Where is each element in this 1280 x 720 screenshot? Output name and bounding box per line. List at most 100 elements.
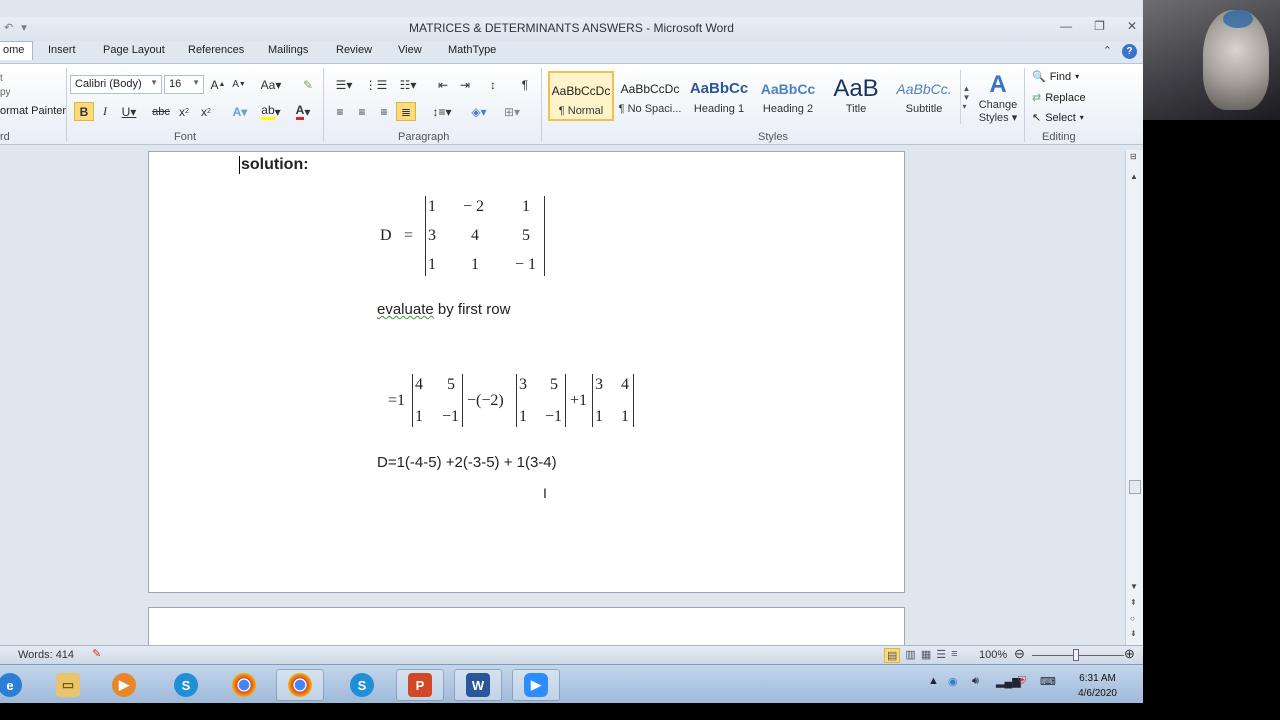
close-icon[interactable]: ✕: [1127, 19, 1137, 33]
zoom-out-icon[interactable]: ⊖: [1014, 646, 1025, 662]
increase-indent-icon[interactable]: ⇥: [456, 75, 474, 94]
style-heading-2[interactable]: AaBbCc Heading 2: [755, 71, 821, 121]
align-left-icon[interactable]: ≡: [330, 102, 350, 121]
change-styles-button[interactable]: A Change Styles ▾: [976, 68, 1020, 126]
style-name: Heading 2: [762, 103, 814, 115]
text-effects-icon[interactable]: A▾: [228, 102, 252, 121]
tab-mathtype[interactable]: MathType: [448, 44, 496, 56]
replace-button[interactable]: ⇄ Replace: [1032, 91, 1086, 105]
scroll-up-icon[interactable]: ▲: [1130, 172, 1138, 181]
ie-icon[interactable]: e: [0, 669, 34, 701]
show-hidden-icons[interactable]: ▲: [928, 675, 939, 687]
next-page[interactable]: [148, 607, 905, 645]
web-layout-icon[interactable]: ▦: [921, 648, 931, 663]
explorer-icon[interactable]: ▭: [44, 669, 92, 701]
clock[interactable]: 6:31 AM 4/6/2020: [1078, 671, 1117, 701]
clear-formatting-icon[interactable]: ✎: [298, 75, 318, 94]
security-icon[interactable]: ⛨: [1018, 675, 1026, 688]
next-page-icon[interactable]: ⇟: [1130, 629, 1137, 638]
document-page[interactable]: solution: D = 1 − 2 1 3 4 5 1 1 − 1 eval…: [148, 151, 905, 593]
shrink-font-icon[interactable]: A ▼: [230, 75, 248, 94]
minimize-ribbon-icon[interactable]: ⌃: [1103, 44, 1112, 59]
find-button[interactable]: 🔍 Find ▾: [1032, 70, 1079, 84]
strikethrough-button[interactable]: abc: [150, 102, 172, 121]
matrix-cell: 3: [428, 227, 436, 244]
style-normal[interactable]: AaBbCcDc ¶ Normal: [548, 71, 614, 121]
skype-icon[interactable]: S: [162, 669, 210, 701]
styles-scroll-icon[interactable]: ▲ ▼ ▾: [960, 70, 972, 124]
expansion-lead: =1: [388, 392, 406, 409]
copy-button[interactable]: py: [0, 86, 66, 100]
change-case-icon[interactable]: Aa▾: [258, 75, 284, 94]
italic-button[interactable]: I: [96, 102, 114, 121]
tab-review[interactable]: Review: [336, 44, 372, 56]
zoom-slider-thumb[interactable]: [1073, 649, 1079, 661]
restore-icon[interactable]: ❐: [1094, 19, 1105, 33]
bold-button[interactable]: B: [74, 102, 94, 121]
align-center-icon[interactable]: ≡: [352, 102, 372, 121]
chrome-icon[interactable]: [220, 669, 268, 701]
show-formatting-icon[interactable]: ¶: [516, 75, 534, 94]
tab-mailings[interactable]: Mailings: [268, 44, 308, 56]
word-icon[interactable]: W: [454, 669, 502, 701]
help-icon[interactable]: ?: [1122, 44, 1137, 59]
subscript-button[interactable]: x2: [175, 102, 193, 121]
tab-home[interactable]: ome: [0, 41, 34, 60]
keyboard-icon[interactable]: ⌨: [1040, 675, 1056, 688]
window-controls: — ❐ ✕: [1060, 19, 1137, 33]
font-size-combo[interactable]: 16 ▼: [164, 75, 204, 94]
line-spacing-icon[interactable]: ↕≡▾: [428, 102, 456, 121]
superscript-button[interactable]: x2: [197, 102, 215, 121]
sort-icon[interactable]: ↕: [484, 75, 502, 94]
proofing-icon[interactable]: ✎: [92, 647, 101, 660]
scroll-down-icon[interactable]: ▼: [1130, 582, 1138, 591]
font-color-icon[interactable]: A ▾: [290, 102, 316, 121]
evaluate-word: evaluate: [377, 301, 434, 318]
signal-icon[interactable]: ▂▄▆: [996, 675, 1021, 688]
outline-icon[interactable]: ☰: [936, 648, 946, 663]
highlight-color-icon[interactable]: ab ▾: [256, 102, 286, 121]
ruler-toggle-icon[interactable]: ⊟: [1130, 152, 1137, 161]
select-button[interactable]: ↖ Select ▾: [1032, 111, 1084, 125]
word-count[interactable]: Words: 414: [18, 649, 74, 661]
style-subtitle[interactable]: AaBbCc. Subtitle: [891, 71, 957, 121]
style-title[interactable]: AaB Title: [823, 71, 889, 121]
print-layout-icon[interactable]: ▤: [884, 648, 901, 663]
minimize-icon[interactable]: —: [1060, 19, 1072, 33]
tab-references[interactable]: References: [188, 44, 244, 56]
justify-icon[interactable]: ≣: [396, 102, 416, 121]
tab-page-layout[interactable]: Page Layout: [103, 44, 165, 56]
decrease-indent-icon[interactable]: ⇤: [434, 75, 452, 94]
draft-icon[interactable]: ≡: [951, 648, 957, 663]
shading-icon[interactable]: ◈▾: [466, 102, 492, 121]
volume-icon[interactable]: 🔊︎: [972, 675, 979, 688]
matrix-cell: 1: [428, 198, 436, 215]
media-player-icon[interactable]: ▶: [100, 669, 148, 701]
previous-page-icon[interactable]: ⇞: [1130, 598, 1137, 607]
align-right-icon[interactable]: ≡: [374, 102, 394, 121]
scroll-thumb[interactable]: [1129, 480, 1141, 494]
browse-object-icon[interactable]: ○: [1130, 614, 1135, 623]
zoom-icon[interactable]: ▶: [512, 669, 560, 701]
borders-icon[interactable]: ⊞▾: [498, 102, 526, 121]
vertical-scrollbar[interactable]: ⊟ ▲ ▼ ⇞ ○ ⇟: [1125, 150, 1143, 645]
style-no-spacing[interactable]: AaBbCcDc ¶ No Spaci...: [617, 71, 683, 121]
skype-icon-2[interactable]: S: [338, 669, 386, 701]
cut-button[interactable]: t: [0, 72, 66, 86]
chrome-icon-2[interactable]: [276, 669, 324, 701]
powerpoint-icon[interactable]: P: [396, 669, 444, 701]
zoom-in-icon[interactable]: ⊕: [1124, 646, 1135, 662]
grow-font-icon[interactable]: A ▲: [208, 75, 228, 94]
zoom-level[interactable]: 100%: [979, 649, 1007, 661]
tab-view[interactable]: View: [398, 44, 422, 56]
numbering-icon[interactable]: ⋮☰: [362, 75, 390, 94]
tab-insert[interactable]: Insert: [48, 44, 76, 56]
multilevel-list-icon[interactable]: ☷▾: [394, 75, 422, 94]
font-name-combo[interactable]: Calibri (Body) ▼: [70, 75, 162, 94]
full-screen-reading-icon[interactable]: ▥: [905, 648, 915, 663]
style-heading-1[interactable]: AaBbCс Heading 1: [686, 71, 752, 121]
network-app-icon[interactable]: ◉: [948, 675, 958, 688]
bullets-icon[interactable]: ☰▾: [330, 75, 358, 94]
underline-button[interactable]: U▾: [118, 102, 140, 121]
format-painter-button[interactable]: ormat Painter: [0, 104, 66, 118]
